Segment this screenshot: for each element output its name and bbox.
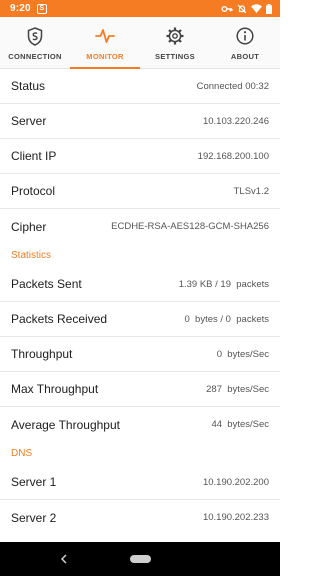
pulse-icon: [95, 26, 115, 46]
battery-icon: [266, 3, 272, 14]
server-row: Server 10.103.220.246: [0, 104, 280, 139]
throughput-row: Throughput 0 bytes/Sec: [0, 337, 280, 372]
back-chevron-icon[interactable]: [57, 552, 71, 566]
average-throughput-label: Average Throughput: [11, 417, 120, 432]
average-throughput-row: Average Throughput 44 bytes/Sec: [0, 407, 280, 442]
tab-monitor-label: MONITOR: [86, 52, 124, 61]
info-icon: [235, 26, 255, 46]
tab-bar: CONNECTION MONITOR SETTINGS ABOUT: [0, 17, 280, 69]
server-label: Server: [11, 114, 47, 128]
packets-sent-label: Packets Sent: [11, 277, 82, 291]
max-throughput-label: Max Throughput: [11, 382, 99, 396]
max-throughput-row: Max Throughput 287 bytes/Sec: [0, 372, 280, 407]
gear-icon: [165, 26, 185, 46]
throughput-value: 0 bytes/Sec: [216, 348, 269, 360]
system-nav-bar: [0, 542, 280, 576]
dns-server-2-value: 10.190.202.233: [202, 512, 269, 523]
packets-received-label: Packets Received: [11, 312, 108, 326]
server-value: 10.103.220.246: [202, 115, 269, 127]
status-value: Connected 00:32: [196, 80, 269, 92]
vpn-key-icon: [221, 4, 233, 14]
client-ip-row: Client IP 192.168.200.100: [0, 139, 280, 174]
cipher-value: ECDHE-RSA-AES128-GCM-SHA256: [111, 221, 269, 232]
shield-s-icon: [25, 26, 45, 46]
status-bar: 9:20 S: [0, 0, 280, 17]
home-pill-button[interactable]: [130, 555, 151, 563]
packets-received-row: Packets Received 0 bytes / 0 packets: [0, 302, 280, 337]
tab-connection-label: CONNECTION: [8, 52, 62, 61]
dns-server-1-value: 10.190.202.200: [202, 476, 269, 488]
tab-settings[interactable]: SETTINGS: [140, 17, 210, 68]
status-label: Status: [11, 79, 46, 93]
tab-connection[interactable]: CONNECTION: [0, 17, 70, 68]
app-notification-icon: S: [36, 3, 47, 14]
packets-received-value: 0 bytes / 0 packets: [184, 313, 270, 325]
dns-server-2-label: Server 2: [11, 510, 57, 525]
monitor-content: Status Connected 00:32 Server 10.103.220…: [0, 69, 280, 535]
client-ip-label: Client IP: [11, 149, 57, 163]
protocol-value: TLSv1.2: [233, 185, 269, 197]
packets-sent-row: Packets Sent 1.39 KB / 19 packets: [0, 267, 280, 302]
tab-about-label: ABOUT: [230, 52, 260, 61]
tab-monitor[interactable]: MONITOR: [70, 17, 140, 69]
protocol-label: Protocol: [11, 184, 56, 198]
packets-sent-value: 1.39 KB / 19 packets: [178, 278, 269, 290]
dns-server-1-label: Server 1: [11, 475, 57, 489]
tab-settings-label: SETTINGS: [155, 52, 195, 61]
notifications-off-icon: [237, 4, 247, 14]
wifi-icon: [251, 4, 262, 13]
dns-server-1-row: Server 1 10.190.202.200: [0, 465, 280, 500]
average-throughput-value: 44 bytes/Sec: [211, 419, 269, 430]
dns-server-2-row: Server 2 10.190.202.233: [0, 500, 280, 535]
clock: 9:20: [10, 3, 31, 14]
throughput-label: Throughput: [11, 347, 73, 361]
max-throughput-value: 287 bytes/Sec: [206, 383, 269, 395]
cipher-label: Cipher: [11, 219, 47, 234]
statistics-header: Statistics: [11, 250, 52, 261]
system-icons: [221, 3, 272, 14]
cipher-row: Cipher ECDHE-RSA-AES128-GCM-SHA256: [0, 209, 280, 244]
tab-about[interactable]: ABOUT: [210, 17, 280, 68]
status-row: Status Connected 00:32: [0, 69, 280, 104]
dns-header: DNS: [11, 448, 33, 459]
client-ip-value: 192.168.200.100: [197, 150, 269, 162]
protocol-row: Protocol TLSv1.2: [0, 174, 280, 209]
